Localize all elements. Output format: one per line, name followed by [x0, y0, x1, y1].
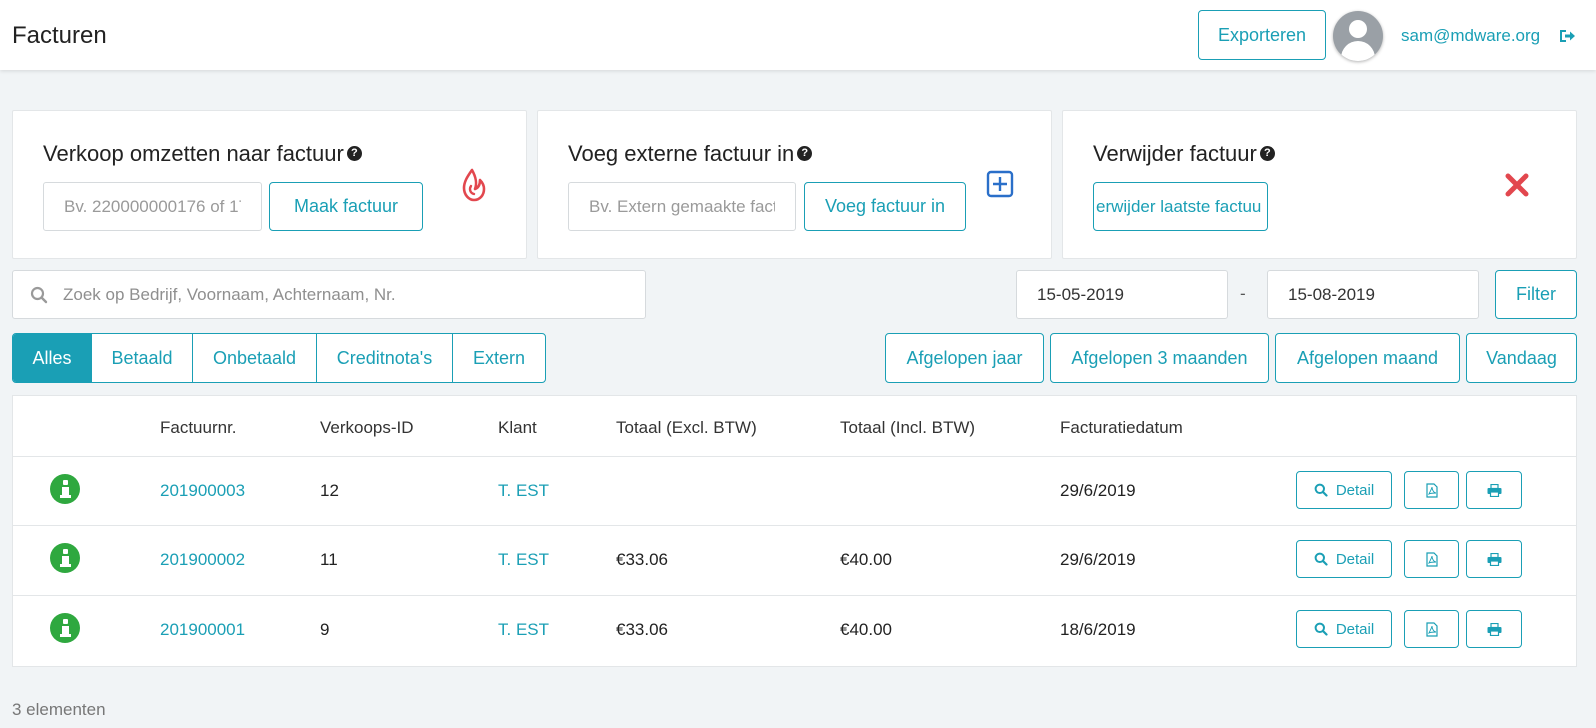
- range-today-button[interactable]: Vandaag: [1466, 333, 1577, 383]
- search-input[interactable]: [63, 271, 633, 318]
- search-icon: [1314, 483, 1328, 497]
- detail-button[interactable]: Detail: [1296, 540, 1392, 578]
- invoice-number-link[interactable]: 201900002: [160, 550, 245, 570]
- column-header-sale-id[interactable]: Verkoops-ID: [320, 418, 414, 438]
- tab-betaald[interactable]: Betaald: [92, 334, 193, 382]
- print-button[interactable]: [1466, 610, 1522, 648]
- client-link[interactable]: T. EST: [498, 481, 549, 501]
- search-field[interactable]: [12, 270, 646, 319]
- sale-id-cell: 11: [320, 550, 338, 569]
- range-last-year-button[interactable]: Afgelopen jaar: [885, 333, 1044, 383]
- plus-square-icon[interactable]: [986, 170, 1014, 198]
- total-excl-cell: €33.06: [616, 550, 668, 569]
- total-excl-cell: €33.06: [616, 620, 668, 639]
- detail-button[interactable]: Detail: [1296, 610, 1392, 648]
- column-header-total-excl[interactable]: Totaal (Excl. BTW): [616, 418, 757, 438]
- add-invoice-button[interactable]: Voeg factuur in: [804, 182, 966, 231]
- red-x-icon[interactable]: [1504, 172, 1530, 198]
- tab-onbetaald[interactable]: Onbetaald: [193, 334, 317, 382]
- detail-label: Detail: [1335, 550, 1375, 568]
- range-last-month-button[interactable]: Afgelopen maand: [1275, 333, 1460, 383]
- table-row: 201900001 9 T. EST €33.06 €40.00 18/6/20…: [13, 595, 1576, 665]
- sale-id-cell: 9: [320, 620, 330, 639]
- range-last-3-months-button[interactable]: Afgelopen 3 maanden: [1050, 333, 1269, 383]
- sale-id-cell: 12: [320, 481, 339, 500]
- info-icon[interactable]: [50, 543, 80, 573]
- tab-creditnotas[interactable]: Creditnota's: [317, 334, 453, 382]
- detail-label: Detail: [1335, 620, 1375, 638]
- delete-invoice-card: Verwijder factuur? erwijder laatste fact…: [1062, 110, 1577, 259]
- column-header-invoice-number[interactable]: Factuurnr.: [160, 418, 237, 438]
- column-header-invoice-date[interactable]: Facturatiedatum: [1060, 418, 1183, 438]
- total-incl-cell: €40.00: [840, 620, 892, 639]
- search-icon: [1314, 552, 1328, 566]
- invoice-number-link[interactable]: 201900001: [160, 620, 245, 640]
- item-count: 3 elementen: [12, 700, 106, 719]
- client-link[interactable]: T. EST: [498, 550, 549, 570]
- user-email-link[interactable]: sam@mdware.org: [1401, 26, 1540, 46]
- external-invoice-input[interactable]: [568, 182, 796, 231]
- pdf-file-icon: [1425, 551, 1438, 567]
- invoice-table: Factuurnr. Verkoops-ID Klant Totaal (Exc…: [12, 395, 1577, 667]
- convert-sale-title: Verkoop omzetten naar factuur?: [43, 141, 362, 167]
- tab-extern[interactable]: Extern: [453, 334, 545, 382]
- table-row: 201900002 11 T. EST €33.06 €40.00 29/6/2…: [13, 525, 1576, 595]
- detail-button[interactable]: Detail: [1296, 471, 1392, 509]
- logout-icon[interactable]: [1558, 27, 1576, 45]
- total-incl-cell: €40.00: [840, 550, 892, 569]
- pdf-button[interactable]: [1404, 610, 1459, 648]
- printer-icon: [1487, 552, 1501, 566]
- invoice-date-cell: 29/6/2019: [1060, 481, 1136, 500]
- print-button[interactable]: [1466, 471, 1522, 509]
- print-button[interactable]: [1466, 540, 1522, 578]
- date-to-input[interactable]: 15-08-2019: [1267, 270, 1479, 319]
- sale-number-input[interactable]: [43, 182, 262, 231]
- column-header-total-incl[interactable]: Totaal (Incl. BTW): [840, 418, 975, 438]
- delete-last-invoice-button[interactable]: erwijder laatste factuu: [1093, 182, 1268, 231]
- printer-icon: [1487, 622, 1501, 636]
- pdf-file-icon: [1425, 621, 1438, 637]
- printer-icon: [1487, 483, 1501, 497]
- invoice-date-cell: 18/6/2019: [1060, 620, 1136, 639]
- date-separator: -: [1240, 284, 1246, 303]
- convert-sale-card: Verkoop omzetten naar factuur? Maak fact…: [12, 110, 527, 259]
- pdf-button[interactable]: [1404, 540, 1459, 578]
- help-icon[interactable]: ?: [797, 146, 813, 161]
- info-icon[interactable]: [50, 474, 80, 504]
- search-icon: [1314, 622, 1328, 636]
- avatar[interactable]: [1333, 11, 1383, 61]
- search-icon: [30, 286, 48, 304]
- external-invoice-title: Voeg externe factuur in?: [568, 141, 813, 167]
- page-title: Facturen: [12, 22, 107, 49]
- invoice-number-link[interactable]: 201900003: [160, 481, 245, 501]
- delete-invoice-title: Verwijder factuur?: [1093, 141, 1275, 167]
- status-tabs: Alles Betaald Onbetaald Creditnota's Ext…: [12, 333, 546, 383]
- external-invoice-card: Voeg externe factuur in? Voeg factuur in: [537, 110, 1052, 259]
- date-from-input[interactable]: 15-05-2019: [1016, 270, 1228, 319]
- filter-button[interactable]: Filter: [1495, 270, 1577, 319]
- table-row: 201900003 12 T. EST 29/6/2019 Detail: [13, 456, 1576, 526]
- help-icon[interactable]: ?: [346, 146, 362, 161]
- client-link[interactable]: T. EST: [498, 620, 549, 640]
- make-invoice-button[interactable]: Maak factuur: [269, 182, 423, 231]
- top-bar: Facturen Exporteren sam@mdware.org: [0, 0, 1596, 70]
- lightspeed-flame-icon: [462, 168, 486, 202]
- detail-label: Detail: [1335, 481, 1375, 499]
- help-icon[interactable]: ?: [1259, 146, 1275, 161]
- invoice-date-cell: 29/6/2019: [1060, 550, 1136, 569]
- pdf-file-icon: [1425, 482, 1438, 498]
- export-button[interactable]: Exporteren: [1198, 10, 1326, 60]
- tab-alles[interactable]: Alles: [13, 334, 92, 382]
- info-icon[interactable]: [50, 613, 80, 643]
- column-header-client[interactable]: Klant: [498, 418, 537, 438]
- pdf-button[interactable]: [1404, 471, 1459, 509]
